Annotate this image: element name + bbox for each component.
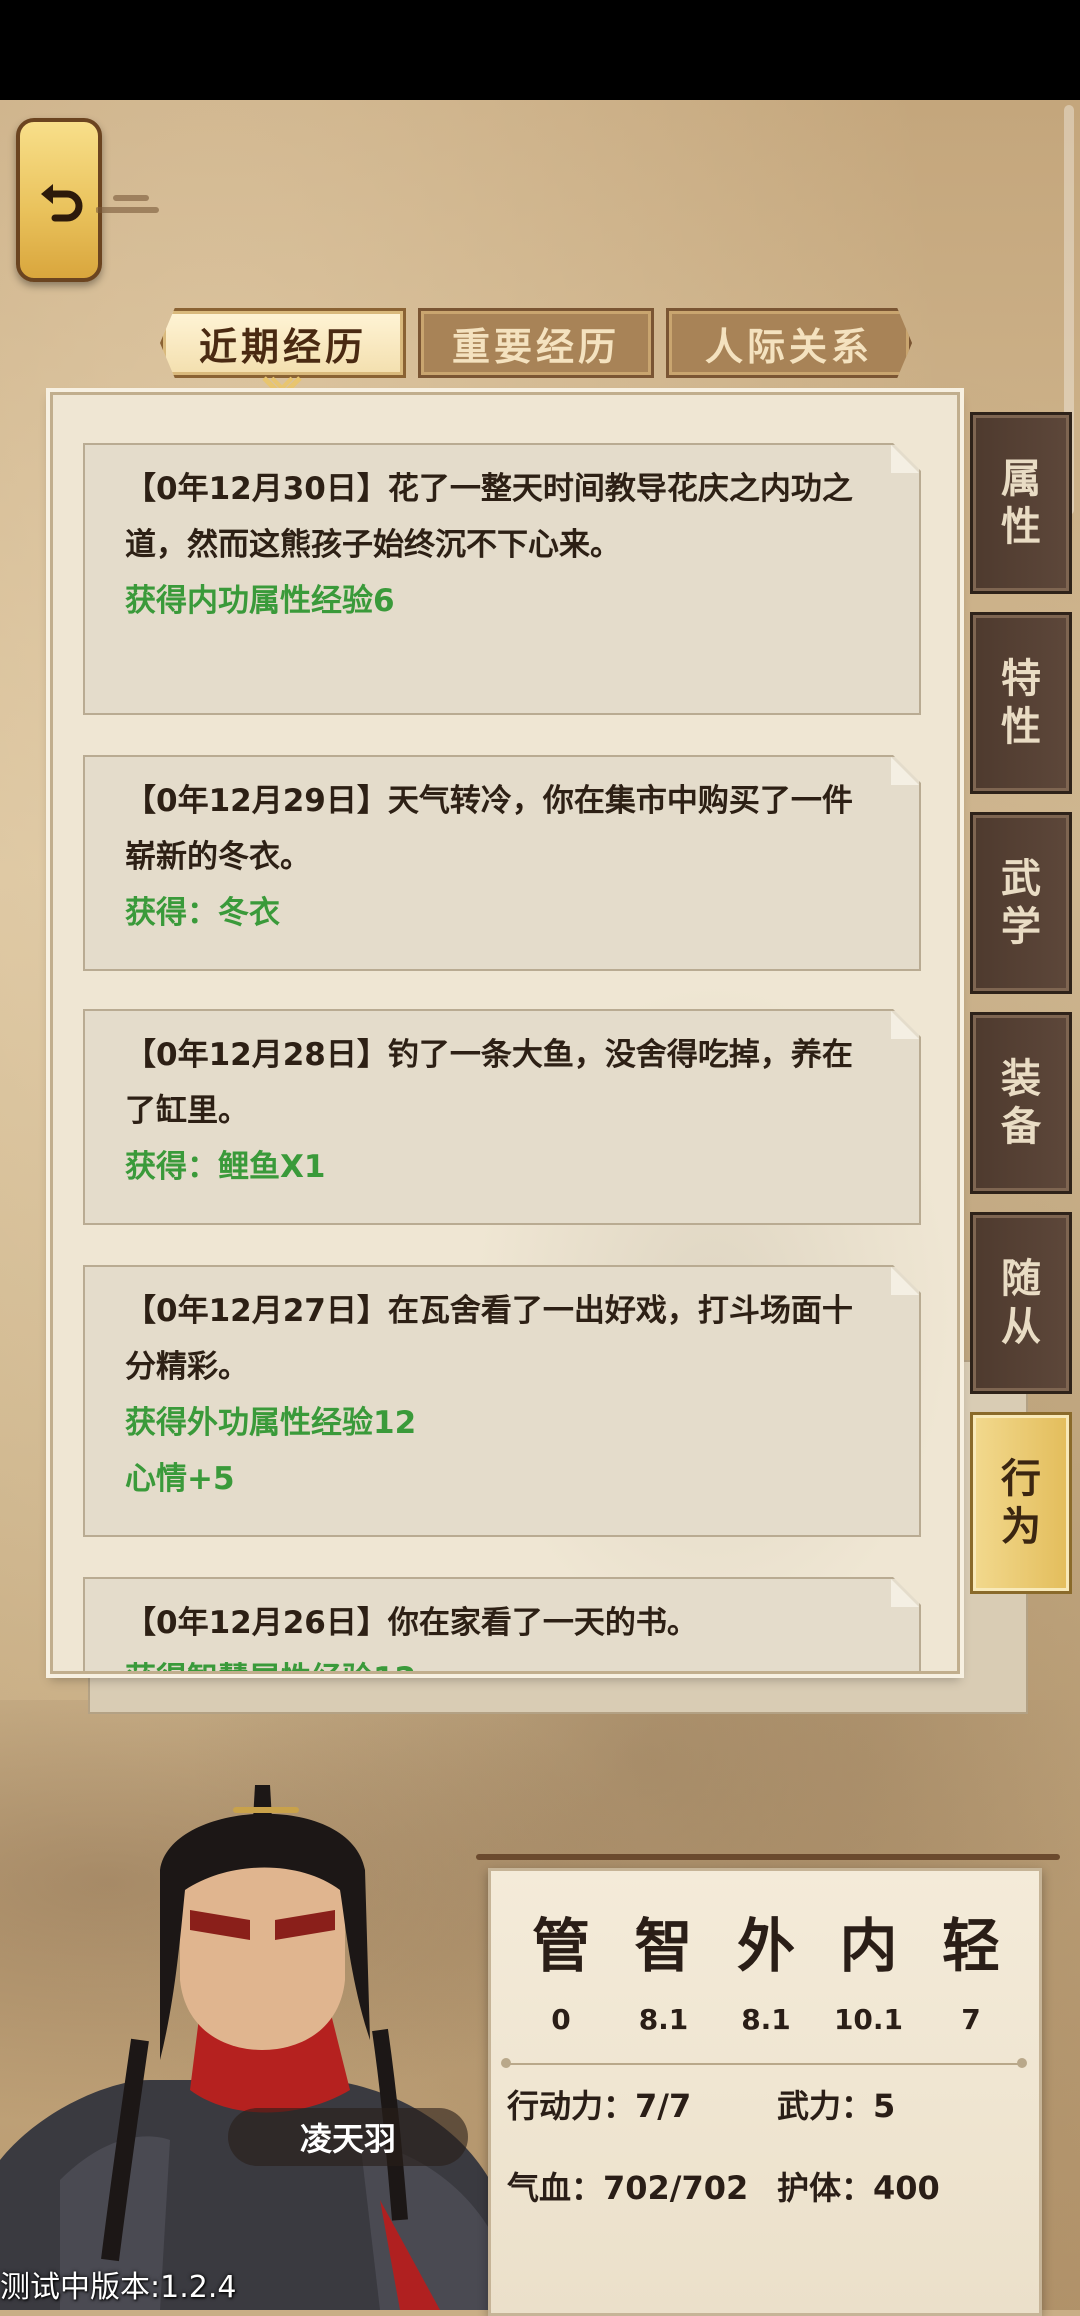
entry-text: 【0年12月29日】天气转冷，你在集市中购买了一件崭新的冬衣。 [125, 783, 853, 875]
stat-action-points: 行动力：7/7 [507, 2087, 692, 2125]
tab-relationships[interactable]: 人际关系 [666, 308, 912, 378]
side-tab-attributes[interactable]: 属性 [970, 412, 1072, 594]
divider [501, 2058, 1027, 2068]
entry-text: 【0年12月28日】钓了一条大鱼，没舍得吃掉，养在了缸里。 [125, 1037, 853, 1129]
entry-gain: 获得智慧属性经验12 [125, 1651, 883, 1674]
side-tab-followers[interactable]: 随从 [970, 1212, 1072, 1394]
stat-armor: 护体：400 [777, 2169, 940, 2207]
history-entry: 【0年12月27日】在瓦舍看了一出好戏，打斗场面十分精彩。 获得外功属性经验12… [83, 1265, 921, 1537]
side-tab-equipment[interactable]: 装备 [970, 1012, 1072, 1194]
character-name: 凌天羽 [228, 2108, 468, 2166]
attribute-agility: 轻 7 [941, 1912, 1000, 2036]
attribute-row: 管 0 智 8.1 外 8.1 内 10.1 轻 7 [511, 1911, 1021, 2036]
history-entry: 【0年12月28日】钓了一条大鱼，没舍得吃掉，养在了缸里。 获得：鲤鱼X1 [83, 1009, 921, 1225]
entry-gain: 获得：冬衣 [125, 895, 280, 931]
entry-gain: 心情+5 [125, 1461, 235, 1497]
entry-gain: 获得：鲤鱼X1 [125, 1149, 326, 1185]
entry-text: 【0年12月27日】在瓦舍看了一出好戏，打斗场面十分精彩。 [125, 1293, 853, 1385]
tab-important[interactable]: 重要经历 [418, 308, 654, 378]
stat-force: 武力：5 [777, 2087, 896, 2125]
entry-text: 【0年12月26日】你在家看了一天的书。 [125, 1605, 698, 1641]
stats-board: 管 0 智 8.1 外 8.1 内 10.1 轻 7 行动力：7/7 武力：5 … [488, 1868, 1042, 2316]
tab-recent[interactable]: 近期经历 [160, 308, 406, 378]
history-entry: 【0年12月29日】天气转冷，你在集市中购买了一件崭新的冬衣。 获得：冬衣 [83, 755, 921, 971]
back-button[interactable] [16, 118, 102, 282]
status-bar [0, 0, 1080, 100]
history-entry: 【0年12月30日】花了一整天时间教导花庆之内功之道，然而这熊孩子始终沉不下心来… [83, 443, 921, 715]
attribute-wisdom: 智 8.1 [634, 1912, 693, 2036]
attribute-manage: 管 0 [531, 1912, 590, 2036]
history-entry: 【0年12月26日】你在家看了一天的书。 获得智慧属性经验12 [83, 1577, 921, 1674]
history-panel[interactable]: 【0年12月30日】花了一整天时间教导花庆之内功之道，然而这熊孩子始终沉不下心来… [50, 392, 960, 1674]
decor-cloud [96, 195, 159, 213]
stat-hp: 气血：702/702 [507, 2169, 749, 2207]
version-label: 测试中版本:1.2.4 [0, 2270, 237, 2305]
entry-gain: 获得内功属性经验6 [125, 583, 395, 619]
attribute-external: 外 8.1 [736, 1912, 795, 2036]
scroll-rod [476, 1854, 1060, 1860]
side-tab-behavior[interactable]: 行为 [970, 1412, 1072, 1594]
side-tab-martial-arts[interactable]: 武学 [970, 812, 1072, 994]
entry-text: 【0年12月30日】花了一整天时间教导花庆之内功之道，然而这熊孩子始终沉不下心来… [125, 471, 853, 563]
attribute-internal: 内 10.1 [833, 1912, 904, 2036]
return-arrow-icon [41, 184, 83, 222]
side-tab-traits[interactable]: 特性 [970, 612, 1072, 794]
history-tabs: 近期经历 重要经历 人际关系 [160, 308, 912, 378]
character-portrait [0, 1785, 520, 2310]
entry-gain: 获得外功属性经验12 [125, 1405, 417, 1441]
